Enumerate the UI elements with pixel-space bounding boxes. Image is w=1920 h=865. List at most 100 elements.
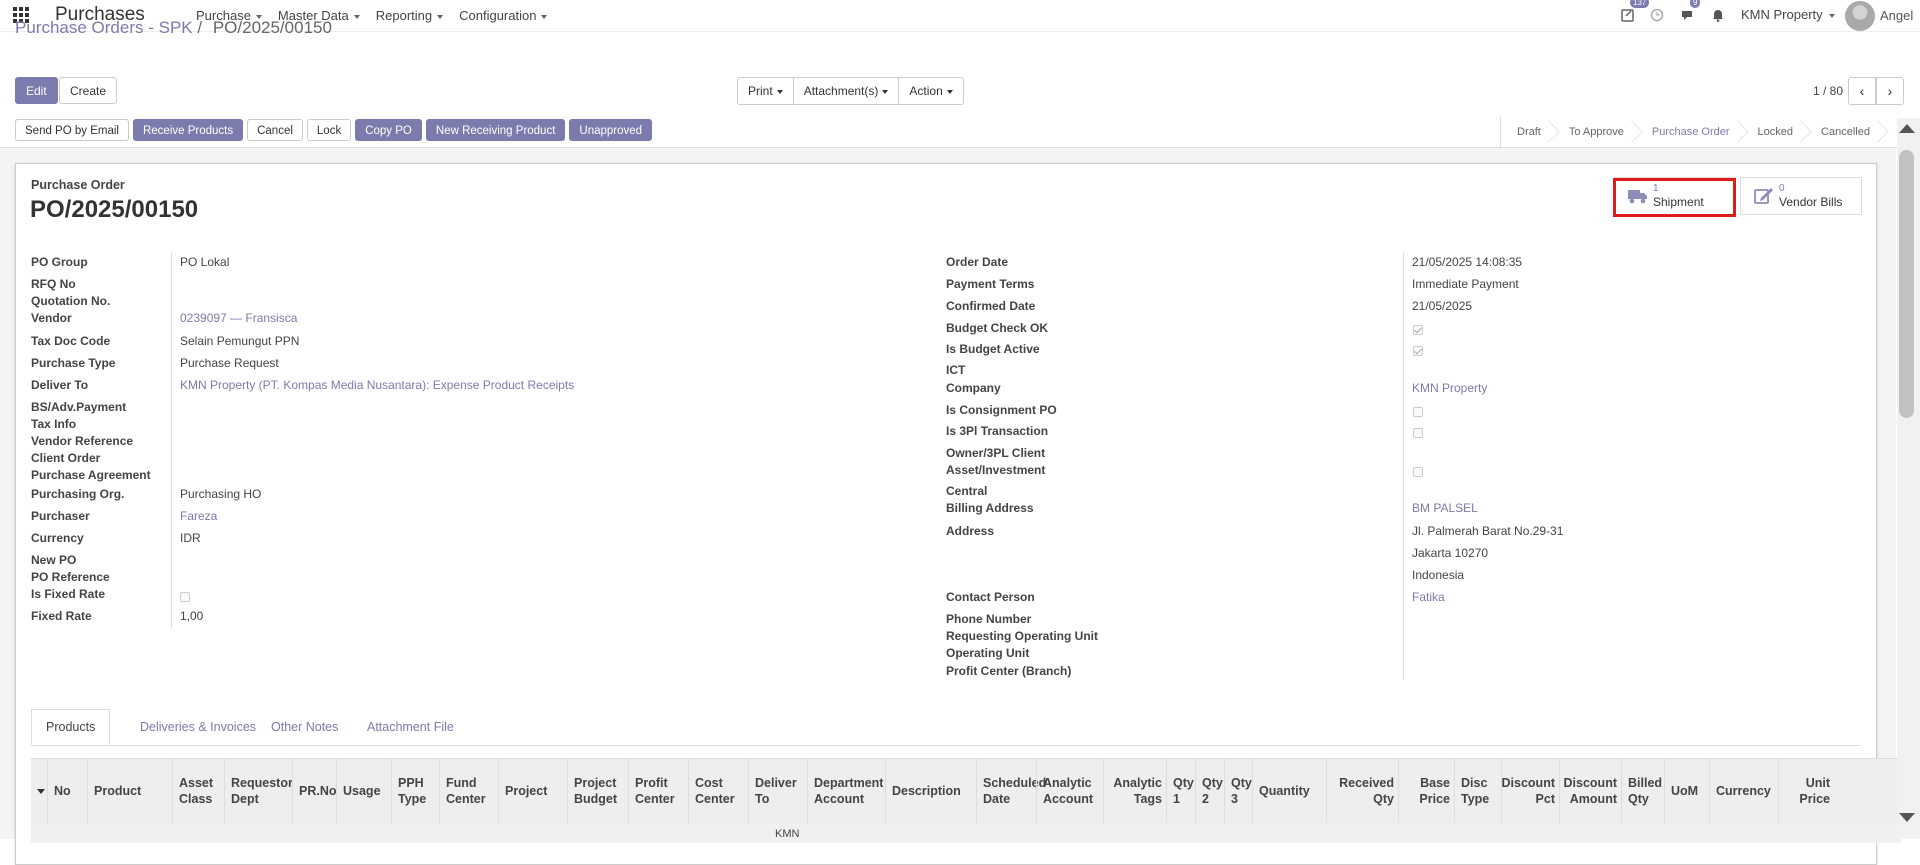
profit-center-label: Profit Center (Branch) <box>946 664 1072 678</box>
edit-button[interactable]: Edit <box>15 77 58 104</box>
vendor-bills-count: 0 <box>1779 183 1785 194</box>
menu-configuration[interactable]: Configuration <box>459 8 547 23</box>
chat-icon[interactable]: 9 <box>1680 0 1701 30</box>
pager-value[interactable]: 1 / 80 <box>1813 84 1843 98</box>
col-requestor-dept[interactable]: Requestor Dept <box>224 759 293 823</box>
unapproved-button[interactable]: Unapproved <box>569 119 653 141</box>
table-row[interactable]: KMN <box>31 823 1901 843</box>
operating-unit-label: Operating Unit <box>946 646 1030 660</box>
col-deliver-to[interactable]: Deliver To <box>748 759 807 823</box>
col-asset-class[interactable]: Asset Class <box>172 759 224 823</box>
notebook-tabs: Products Deliveries & Invoices Other Not… <box>31 709 1861 746</box>
deliver-to-value[interactable]: KMN Property (PT. Kompas Media Nusantara… <box>180 378 574 392</box>
col-qty-1[interactable]: Qty 1 <box>1166 759 1195 823</box>
workflow-states: Draft To Approve Purchase Order Locked C… <box>1500 117 1882 147</box>
pager-previous-button[interactable]: ‹ <box>1848 77 1876 105</box>
col-received-qty[interactable]: Received Qty <box>1326 759 1398 823</box>
contact-person-value[interactable]: Fatika <box>1412 590 1445 604</box>
is-3pl-transaction-checkbox[interactable] <box>1413 428 1423 438</box>
budget-check-ok-checkbox[interactable] <box>1413 325 1423 335</box>
user-avatar[interactable] <box>1845 1 1875 31</box>
col-billed-qty[interactable]: Billed Qty <box>1621 759 1664 823</box>
billing-address-value[interactable]: BM PALSEL <box>1412 501 1478 515</box>
owner-3pl-client-label: Owner/3PL Client <box>946 446 1046 460</box>
col-analytic-tags[interactable]: Analytic Tags <box>1103 759 1166 823</box>
activity-icon[interactable]: 137 <box>1620 0 1650 30</box>
col-project[interactable]: Project <box>498 759 567 823</box>
is-3pl-transaction-label: Is 3Pl Transaction <box>946 424 1049 438</box>
tab-deliveries-invoices[interactable]: Deliveries & Invoices <box>126 709 270 745</box>
is-fixed-rate-checkbox[interactable] <box>180 592 190 602</box>
menu-reporting[interactable]: Reporting <box>376 8 443 23</box>
is-budget-active-checkbox[interactable] <box>1413 346 1423 356</box>
cancel-button[interactable]: Cancel <box>247 119 303 141</box>
col-quantity[interactable]: Quantity <box>1252 759 1326 823</box>
col-fund-center[interactable]: Fund Center <box>439 759 498 823</box>
new-receiving-product-button[interactable]: New Receiving Product <box>425 119 566 141</box>
purchase-agreement-label: Purchase Agreement <box>31 468 151 482</box>
address-line-3: Indonesia <box>1412 568 1465 582</box>
create-button[interactable]: Create <box>59 77 118 104</box>
scroll-up-icon[interactable] <box>1899 124 1915 133</box>
asset-investment-checkbox[interactable] <box>1413 467 1423 477</box>
bell-icon[interactable] <box>1711 0 1729 30</box>
tab-attachment-file[interactable]: Attachment File <box>353 709 468 745</box>
col-department-account[interactable]: Department Account <box>807 759 885 823</box>
action-dropdown[interactable]: Action <box>898 77 964 105</box>
payment-terms-label: Payment Terms <box>946 277 1035 291</box>
confirmed-date-value: 21/05/2025 <box>1412 299 1473 313</box>
purchaser-value[interactable]: Fareza <box>180 509 217 523</box>
sort-toggle[interactable] <box>31 759 47 823</box>
col-cost-center[interactable]: Cost Center <box>688 759 748 823</box>
col-disc-type[interactable]: Disc Type <box>1454 759 1501 823</box>
col-profit-center[interactable]: Profit Center <box>628 759 688 823</box>
vendor-bills-smart-button[interactable]: 0 Vendor Bills <box>1740 177 1862 215</box>
copy-po-button[interactable]: Copy PO <box>355 119 422 141</box>
tab-products[interactable]: Products <box>31 709 111 745</box>
col-discount-pct[interactable]: Discount Pct <box>1501 759 1559 823</box>
col-product[interactable]: Product <box>87 759 172 823</box>
company-value[interactable]: KMN Property <box>1412 381 1487 395</box>
company-switcher[interactable]: KMN Property <box>1741 7 1835 22</box>
col-usage[interactable]: Usage <box>336 759 391 823</box>
tab-other-notes[interactable]: Other Notes <box>257 709 352 745</box>
billing-address-label: Billing Address <box>946 501 1034 515</box>
col-qty-2[interactable]: Qty 2 <box>1195 759 1224 823</box>
col-scheduled-date[interactable]: Scheduled Date <box>976 759 1046 823</box>
col-base-price[interactable]: Base Price <box>1398 759 1454 823</box>
attachments-dropdown[interactable]: Attachment(s) <box>792 77 900 105</box>
col-uom[interactable]: UoM <box>1664 759 1709 823</box>
col-project-budget[interactable]: Project Budget <box>567 759 628 823</box>
vendor-label: Vendor <box>31 311 72 325</box>
scrollbar-thumb[interactable] <box>1899 150 1914 418</box>
col-qty-3[interactable]: Qty 3 <box>1224 759 1252 823</box>
bs-adv-payment-label: BS/Adv.Payment <box>31 400 127 414</box>
lock-button[interactable]: Lock <box>306 119 352 141</box>
breadcrumb-parent[interactable]: Purchase Orders - SPK <box>15 18 193 37</box>
print-dropdown[interactable]: Print <box>737 77 794 105</box>
col-unit-price[interactable]: Unit Price <box>1778 759 1834 823</box>
pager-next-button[interactable]: › <box>1876 77 1904 105</box>
central-label: Central <box>946 484 988 498</box>
col-analytic-account[interactable]: Analytic Account <box>1036 759 1103 823</box>
receive-products-button[interactable]: Receive Products <box>132 119 244 141</box>
vendor-value[interactable]: 0239097 — Fransisca <box>180 311 297 325</box>
col-pph-type[interactable]: PPH Type <box>391 759 439 823</box>
col-description[interactable]: Description <box>885 759 976 823</box>
currency-label: Currency <box>31 531 84 545</box>
col-pr-no[interactable]: PR.No <box>292 759 337 823</box>
document-name: PO/2025/00150 <box>30 196 199 223</box>
col-discount-amount[interactable]: Discount Amount <box>1559 759 1621 823</box>
col-currency[interactable]: Currency <box>1709 759 1778 823</box>
send-po-email-button[interactable]: Send PO by Email <box>15 119 129 141</box>
chevron-left-icon: ‹ <box>1859 83 1865 99</box>
order-date-value: 21/05/2025 14:08:35 <box>1412 255 1523 269</box>
user-name[interactable]: Angel <box>1880 8 1913 23</box>
status-bar: Send PO by Email Receive Products Cancel… <box>0 117 1920 148</box>
is-consignment-po-checkbox[interactable] <box>1413 407 1423 417</box>
col-no[interactable]: No <box>47 759 87 823</box>
state-to-approve: To Approve <box>1553 117 1636 147</box>
scroll-down-icon[interactable] <box>1899 813 1915 822</box>
is-fixed-rate-label: Is Fixed Rate <box>31 587 106 601</box>
clock-icon[interactable] <box>1650 0 1670 30</box>
